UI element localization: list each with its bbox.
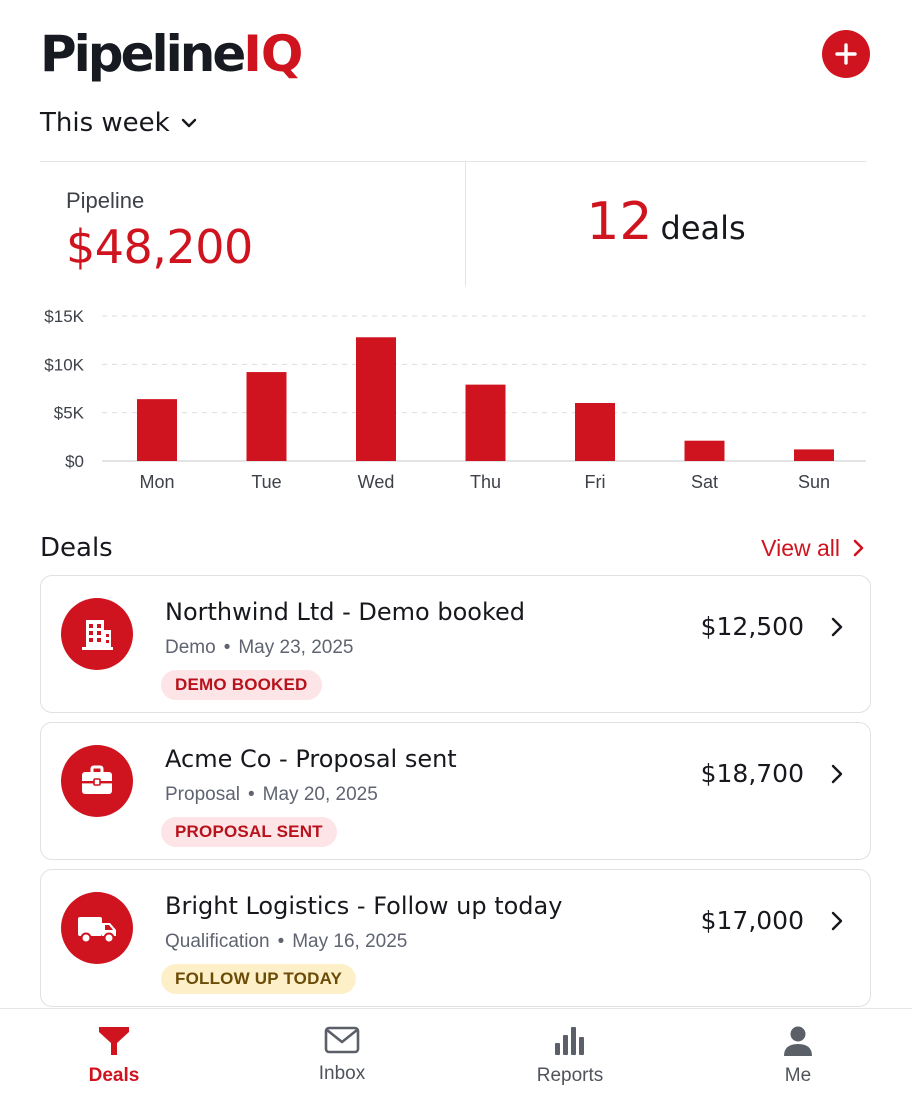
tab-label: Me (784, 1065, 812, 1086)
deal-stage: Qualification (165, 931, 270, 952)
deal-date: May 23, 2025 (238, 637, 354, 658)
period-label: This week (40, 108, 170, 138)
mail-icon (324, 1026, 360, 1054)
deal-meta: Proposal • May 20, 2025 (165, 784, 378, 805)
deal-date: May 20, 2025 (262, 784, 378, 805)
deal-stage: Demo (165, 637, 216, 658)
tab-me[interactable]: Me (684, 1009, 912, 1104)
app-logo: PipelineIQ (40, 29, 303, 79)
plus-icon (835, 43, 857, 65)
y-tick-label: $5K (54, 404, 85, 423)
deal-avatar (61, 892, 133, 964)
deal-card[interactable]: Northwind Ltd - Demo booked Demo • May 23,… (40, 575, 871, 713)
x-tick-label: Sun (798, 472, 830, 492)
status-badge: PROPOSAL SENT (161, 817, 337, 847)
deal-stage: Proposal (165, 784, 240, 805)
add-deal-button[interactable] (822, 30, 870, 78)
x-tick-label: Sat (691, 472, 718, 492)
status-badge: DEMO BOOKED (161, 670, 322, 700)
deals-section-header: Deals View all (40, 528, 866, 568)
tab-label: Inbox (318, 1063, 366, 1084)
tab-inbox[interactable]: Inbox (228, 1009, 456, 1104)
chevron-right-icon (853, 539, 864, 557)
logo-accent: IQ (243, 25, 303, 83)
truck-icon (78, 917, 116, 944)
x-tick-label: Mon (139, 472, 174, 492)
view-all-label: View all (761, 534, 840, 561)
deal-amount: $12,500 (700, 612, 804, 641)
x-tick-label: Tue (251, 472, 281, 492)
building-icon (82, 620, 113, 650)
tab-reports[interactable]: Reports (456, 1009, 684, 1104)
chart-bar (684, 440, 725, 461)
app-header: PipelineIQ (40, 22, 870, 86)
deal-title: Bright Logistics - Follow up today (165, 892, 563, 920)
chevron-right-icon (831, 617, 843, 637)
period-selector[interactable]: This week (40, 108, 198, 138)
pipeline-value: $48,200 (66, 220, 253, 274)
status-badge: FOLLOW UP TODAY (161, 964, 357, 994)
bottom-tab-bar: Deals Inbox Reports Me (0, 1008, 912, 1104)
tab-deals[interactable]: Deals (0, 1009, 228, 1104)
chart-bar (246, 372, 287, 461)
view-all-link[interactable]: View all (761, 535, 866, 562)
deal-meta: Qualification • May 16, 2025 (165, 931, 408, 952)
deal-title: Northwind Ltd - Demo booked (165, 598, 526, 626)
chart-bar (356, 337, 396, 461)
deal-card[interactable]: Bright Logistics - Follow up today Quali… (40, 869, 871, 1007)
deal-title: Acme Co - Proposal sent (165, 745, 457, 773)
deal-date: May 16, 2025 (292, 931, 408, 952)
briefcase-icon (82, 765, 112, 794)
deal-card[interactable]: Acme Co - Proposal sent Proposal • May 20,… (40, 722, 871, 860)
pipeline-summary: Pipeline $48,200 (66, 188, 253, 274)
deals-section-title: Deals (40, 533, 113, 563)
x-tick-label: Fri (585, 472, 606, 492)
header-divider (40, 161, 866, 162)
pipeline-label: Pipeline (66, 188, 145, 213)
chart-bar (794, 449, 834, 461)
tab-label: Reports (536, 1065, 604, 1086)
chevron-right-icon (831, 764, 843, 784)
deals-count: 12 (586, 192, 653, 252)
deal-avatar (61, 598, 133, 670)
deals-count-unit: deals (660, 209, 746, 247)
logo-main: Pipeline (40, 25, 246, 83)
deal-amount: $18,700 (700, 759, 804, 788)
y-tick-label: $10K (44, 355, 84, 374)
x-tick-label: Wed (358, 472, 395, 492)
deal-amount: $17,000 (700, 906, 804, 935)
deal-avatar (61, 745, 133, 817)
chevron-right-icon (831, 911, 843, 931)
bar-chart-icon (555, 1027, 584, 1055)
x-tick-label: Thu (470, 472, 501, 492)
weekly-pipeline-chart: $0 $5K $10K $15K Mon Tue Wed Thu Fri Sat Sun (44, 307, 866, 492)
y-tick-label: $0 (65, 452, 84, 471)
chart-bar (575, 403, 615, 461)
chart-bar (137, 399, 177, 461)
deal-meta: Demo • May 23, 2025 (165, 637, 354, 658)
y-tick-label: $15K (44, 307, 84, 326)
deals-count-summary: 12 deals (466, 192, 866, 252)
funnel-icon (99, 1027, 129, 1055)
chevron-down-icon (181, 118, 196, 128)
person-icon (784, 1026, 812, 1056)
deals-list: Northwind Ltd - Demo booked Demo • May 23,… (40, 575, 871, 1016)
tab-label: Deals (88, 1065, 140, 1086)
chart-bar (465, 384, 506, 461)
